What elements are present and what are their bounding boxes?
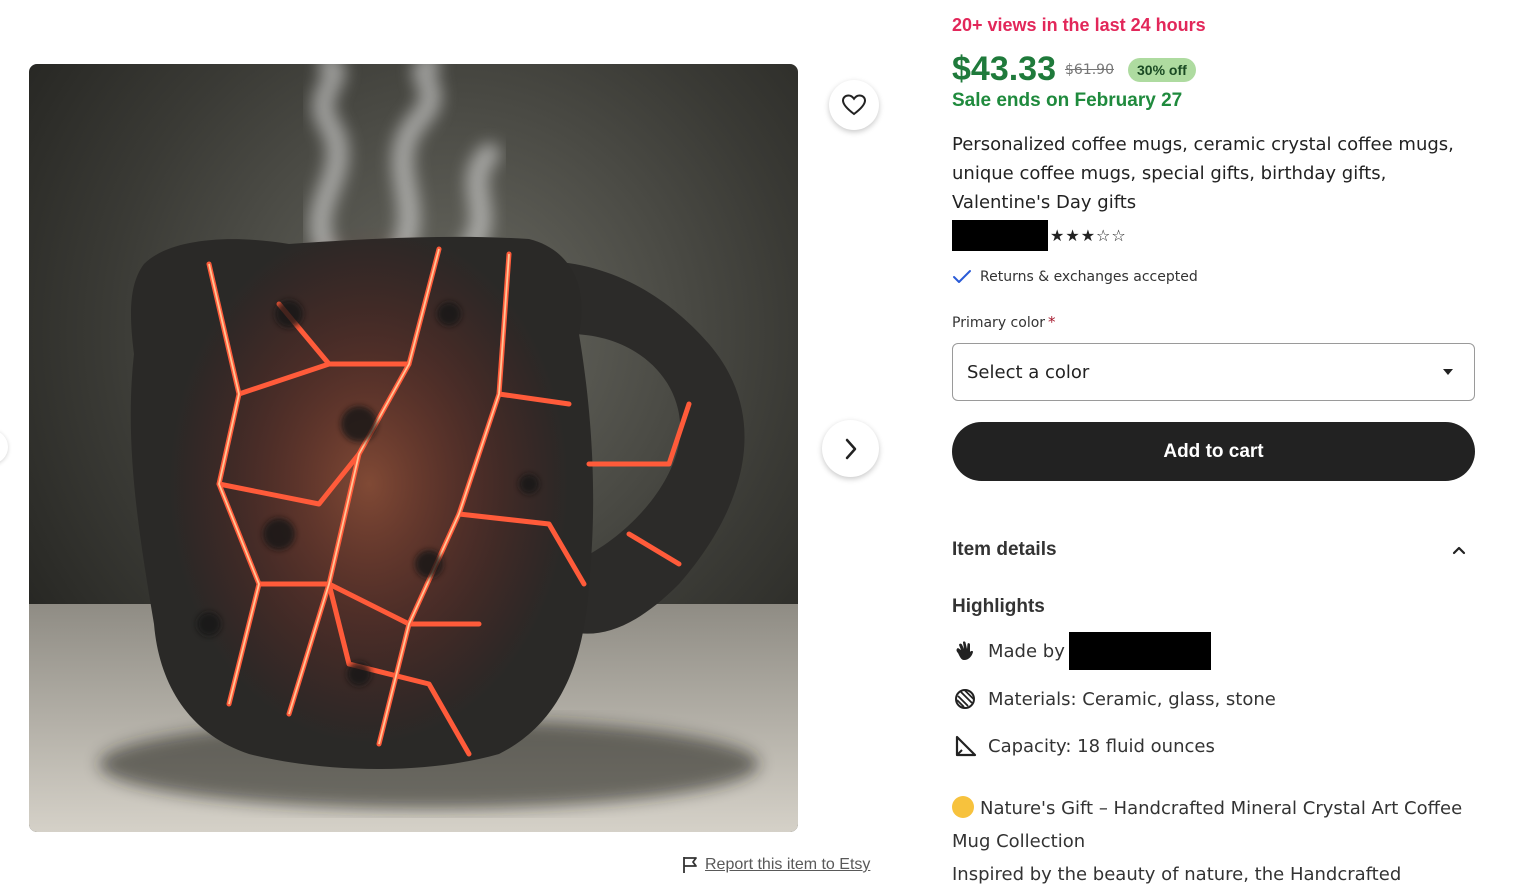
favorite-button[interactable] [829,80,879,130]
chevron-right-icon [845,438,856,459]
smiling-face-icon [952,796,974,818]
ruler-triangle-icon [952,733,978,759]
chevron-up-icon [1452,546,1466,555]
report-link-label: Report this item to Etsy [705,856,871,873]
made-by-label: Made by [988,640,1065,662]
item-details-title: Item details [952,539,1057,560]
select-value: Select a color [967,361,1090,383]
add-to-cart-button[interactable]: Add to cart [952,422,1475,481]
listing-title: Personalized coffee mugs, ceramic crysta… [952,134,1454,213]
description-text-1: Nature's Gift – Handcrafted Mineral Crys… [952,798,1463,852]
materials-text: Materials: Ceramic, glass, stone [988,688,1276,710]
flag-icon [683,857,697,873]
materials-row: Materials: Ceramic, glass, stone [952,686,1276,712]
item-description: Nature's Gift – Handcrafted Mineral Crys… [952,792,1492,891]
required-marker: * [1048,313,1056,331]
primary-color-label: Primary color * [952,313,1056,331]
heart-icon [842,94,866,116]
item-details-toggle[interactable]: Item details [952,539,1475,561]
primary-color-label-text: Primary color [952,315,1046,331]
hand-wave-icon [952,638,978,664]
views-counter: 20+ views in the last 24 hours [952,15,1206,35]
rating-stars[interactable]: ★★★☆☆ [1050,226,1127,245]
primary-color-select[interactable]: Select a color [952,343,1475,401]
next-image-button[interactable] [822,420,879,477]
description-line-2: Inspired by the beauty of nature, the Ha… [952,864,1402,885]
redacted-maker-name [1068,632,1211,670]
capacity-text: Capacity: 18 fluid ounces [988,735,1215,757]
returns-text: Returns & exchanges accepted [980,269,1198,285]
price-row: $43.33 $61.90 30% off [952,50,1196,89]
description-line-1: Nature's Gift – Handcrafted Mineral Crys… [952,792,1492,858]
sale-price: $43.33 [952,50,1056,88]
redacted-shop-name [952,220,1048,251]
made-by-row: Made by [952,632,1211,670]
caret-down-icon [1443,369,1453,375]
previous-image-button[interactable] [0,430,8,464]
report-item-link[interactable]: Report this item to Etsy [682,856,870,874]
rating-row: ★★★☆☆ [952,220,1127,251]
capacity-row: Capacity: 18 fluid ounces [952,733,1215,759]
original-price: $61.90 [1065,61,1114,78]
discount-badge: 30% off [1128,57,1196,82]
yarn-ball-icon [952,686,978,712]
lava-mug-photo [29,64,798,832]
product-image[interactable] [29,64,798,832]
returns-policy: Returns & exchanges accepted [952,269,1198,285]
checkmark-icon [953,270,971,283]
highlights-heading: Highlights [952,596,1045,617]
sale-ends-text: Sale ends on February 27 [952,90,1183,111]
